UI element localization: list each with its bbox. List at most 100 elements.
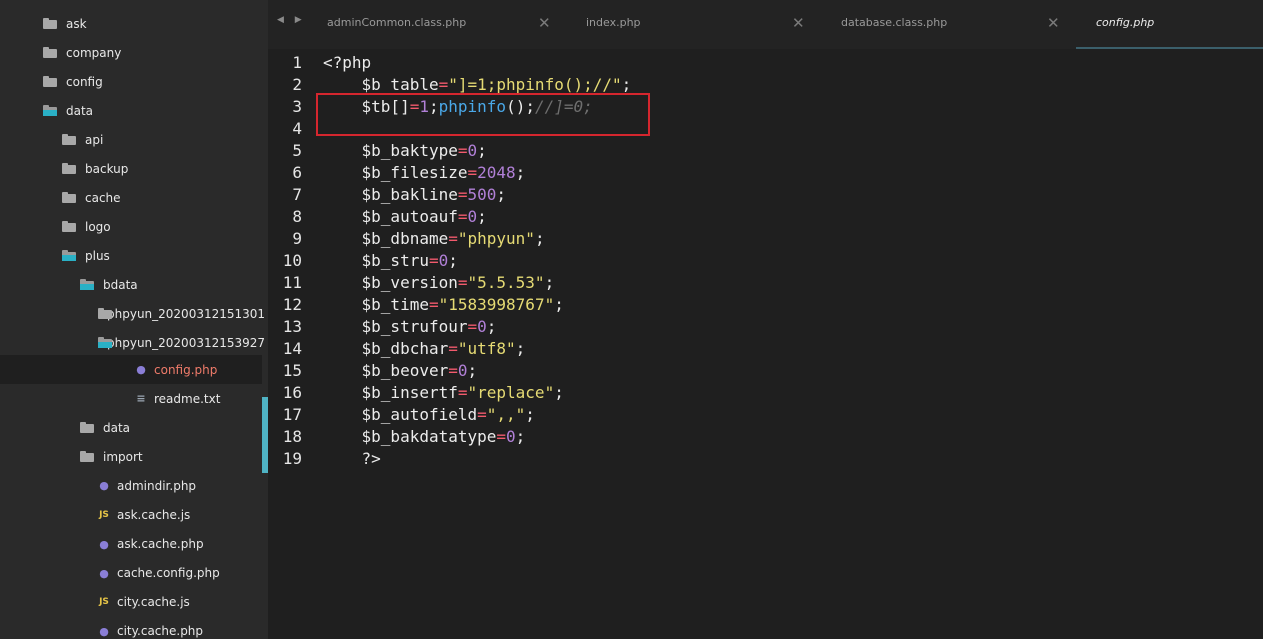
tab-config[interactable]: config.php: [1062, 0, 1263, 49]
code-line: $b_autoauf=0;: [323, 207, 487, 226]
code-token: =: [467, 317, 478, 336]
line-number: 3: [292, 97, 302, 116]
folder-item[interactable]: logo: [0, 212, 262, 241]
folder-icon: [62, 250, 76, 261]
close-icon[interactable]: ✕: [792, 13, 805, 33]
tree-item-label: ask: [66, 16, 87, 31]
tab-admincommon[interactable]: adminCommon.class.php ✕: [268, 0, 552, 49]
tree-item-label: import: [103, 449, 143, 464]
line-number: 6: [292, 163, 302, 182]
file-item[interactable]: JS ask.cache.js: [0, 501, 262, 530]
tab-label: database.class.php: [841, 16, 948, 29]
folder-item[interactable]: bdata: [0, 270, 262, 299]
tree-item-label: ask.cache.js: [117, 508, 191, 522]
line-number: 18: [282, 427, 302, 446]
code-token: ;: [448, 251, 458, 270]
folder-item[interactable]: backup: [0, 154, 262, 183]
line-number: 8: [292, 207, 302, 226]
file-item[interactable]: ● config.php: [0, 355, 262, 384]
tree-item-label: data: [103, 420, 131, 435]
folder-item[interactable]: data: [0, 96, 262, 125]
code-token: $b_strufour: [323, 317, 468, 336]
code-token: ;: [477, 207, 487, 226]
code-token: ;: [515, 339, 526, 358]
line-number: 13: [282, 317, 302, 336]
code-line: $b_autofield=",,";: [323, 405, 535, 424]
line-number: 10: [282, 251, 302, 270]
close-icon[interactable]: ✕: [538, 13, 551, 33]
file-item[interactable]: JS city.cache.js: [0, 588, 262, 617]
folder-item[interactable]: phpyun_20200312151301: [0, 299, 266, 328]
code-token: 0: [457, 361, 468, 380]
line-number: 7: [292, 185, 302, 204]
tree-item-label: city.cache.js: [117, 595, 190, 610]
folder-icon: [62, 221, 76, 232]
code-token: $b_dbchar: [323, 339, 449, 358]
folder-item[interactable]: config: [0, 67, 262, 96]
code-token: ;: [515, 427, 526, 446]
text-file-icon: ≡: [136, 392, 146, 406]
code-token: =: [457, 207, 468, 226]
folder-item[interactable]: import: [0, 442, 262, 471]
code-token: "replace": [467, 383, 555, 402]
line-number: 12: [282, 295, 302, 314]
folder-item[interactable]: company: [0, 38, 262, 67]
folder-icon: [80, 422, 94, 434]
file-item[interactable]: ● cache.config.php: [0, 559, 262, 588]
code-token: ;: [621, 75, 632, 94]
code-token: 0: [506, 427, 516, 446]
folder-item[interactable]: data: [0, 413, 262, 442]
folder-item[interactable]: plus: [0, 241, 262, 270]
code-token: ;: [544, 273, 555, 292]
code-line: $b_table="]=1;phpinfo();//";: [323, 75, 632, 94]
code-token: $b_table: [323, 75, 439, 94]
tree-item-label: config: [66, 74, 103, 89]
folder-item[interactable]: cache: [0, 183, 262, 212]
file-item[interactable]: ≡ readme.txt: [0, 384, 262, 413]
code-token: =: [457, 141, 468, 160]
highlight-annotation-box: [316, 93, 650, 136]
close-icon[interactable]: ✕: [1047, 13, 1060, 33]
code-editor[interactable]: <?php $b_table="]=1;phpinfo();//"; $tb[]…: [322, 49, 1263, 639]
code-line: $b_stru=0;: [323, 251, 458, 270]
tab-label: adminCommon.class.php: [327, 16, 467, 29]
tree-item-label: phpyun_20200312151301: [107, 306, 266, 321]
code-token: 2048: [477, 163, 516, 182]
code-token: ;: [534, 229, 545, 248]
code-token: $b_beover: [323, 361, 449, 380]
code-token: 0: [477, 317, 487, 336]
tree-item-label: backup: [85, 161, 129, 176]
line-number: 11: [282, 273, 302, 292]
code-token: ;: [477, 141, 487, 160]
php-elephant-icon: ●: [99, 537, 109, 551]
code-line: $b_version="5.5.53";: [323, 273, 555, 292]
file-item[interactable]: ● ask.cache.php: [0, 530, 262, 559]
tree-item-label: company: [66, 45, 122, 60]
tree-item-label: cache: [85, 190, 121, 205]
line-number: 4: [292, 119, 302, 138]
file-item[interactable]: ● city.cache.php: [0, 617, 262, 639]
code-token: 500: [467, 185, 497, 204]
tree-item-label: readme.txt: [154, 391, 221, 406]
folder-item[interactable]: phpyun_20200312153927: [0, 328, 265, 357]
folder-icon: [62, 163, 76, 174]
folder-item[interactable]: api: [0, 125, 262, 154]
code-token: $b_autofield: [323, 405, 478, 424]
code-token: ;: [525, 405, 535, 424]
tree-item-label: bdata: [103, 277, 138, 292]
file-item[interactable]: ● admindir.php: [0, 471, 262, 500]
code-token: =: [428, 295, 439, 314]
folder-icon: [80, 451, 94, 463]
tree-item-label: admindir.php: [117, 478, 197, 493]
folder-item[interactable]: ask: [0, 9, 262, 38]
tree-item-label: logo: [85, 219, 111, 234]
tab-database[interactable]: database.class.php ✕: [807, 0, 1062, 49]
code-line: $b_beover=0;: [323, 361, 478, 380]
line-number: 15: [282, 361, 302, 380]
tab-index[interactable]: index.php ✕: [552, 0, 807, 49]
code-token: $b_version: [323, 273, 458, 292]
code-token: ;: [515, 163, 526, 182]
code-token: $b_bakdatatype: [323, 427, 497, 446]
tree-item-label: api: [85, 132, 104, 147]
code-token: ;: [486, 317, 497, 336]
